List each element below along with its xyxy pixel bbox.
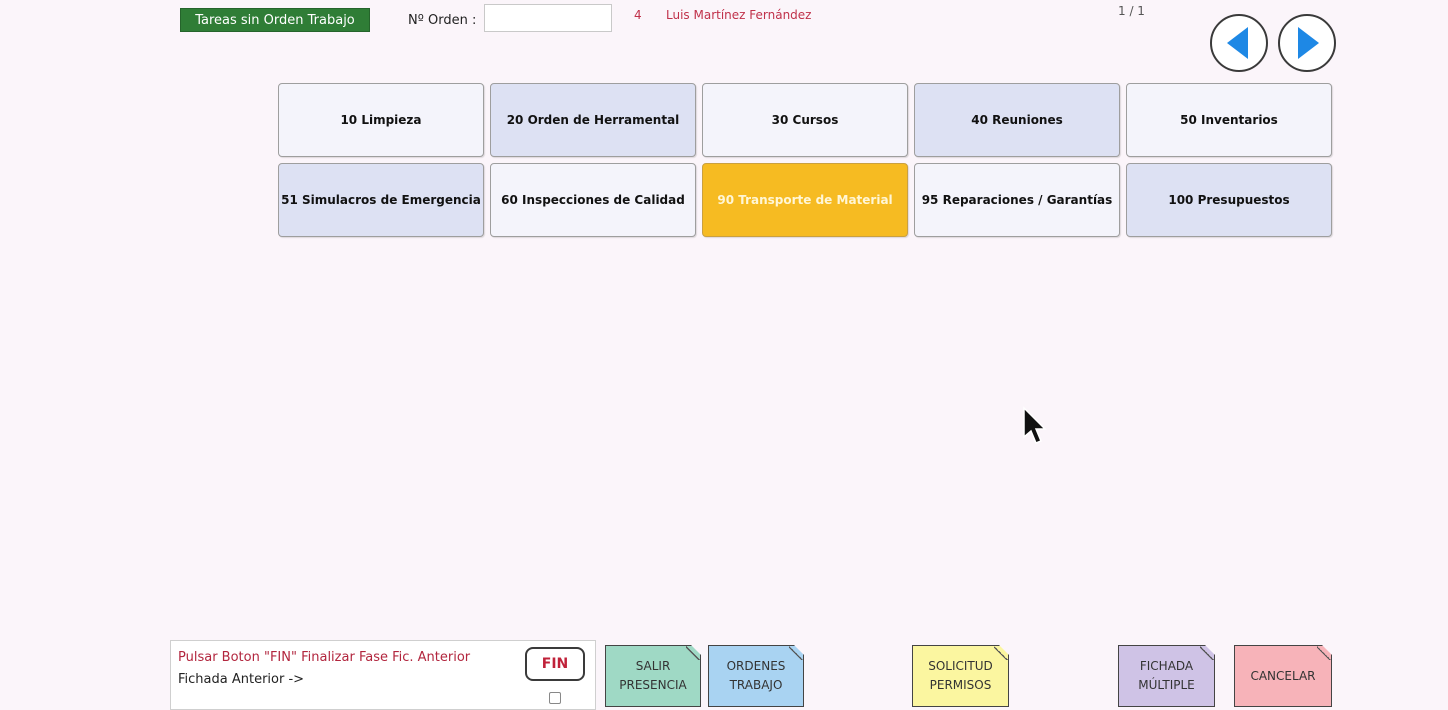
previous-clocking-text: Fichada Anterior -> — [178, 672, 305, 687]
order-number-input[interactable] — [484, 4, 612, 32]
task-button-cursos[interactable]: 30 Cursos — [702, 83, 908, 157]
cancel-button[interactable]: CANCELAR — [1234, 645, 1332, 707]
mouse-pointer-icon — [1023, 406, 1047, 444]
triangle-left-icon — [1227, 27, 1248, 59]
task-button-limpieza[interactable]: 10 Limpieza — [278, 83, 484, 157]
task-button-reuniones[interactable]: 40 Reuniones — [914, 83, 1120, 157]
task-button-reparaciones-garantias[interactable]: 95 Reparaciones / Garantías — [914, 163, 1120, 237]
operator-number: 4 — [634, 8, 642, 22]
work-orders-button[interactable]: ORDENES TRABAJO — [708, 645, 804, 707]
order-number-label: Nº Orden : — [408, 13, 477, 28]
finish-instruction-text: Pulsar Boton "FIN" Finalizar Fase Fic. A… — [178, 650, 471, 665]
task-button-simulacros-emergencia[interactable]: 51 Simulacros de Emergencia — [278, 163, 484, 237]
operator-name: Luis Martínez Fernández — [666, 8, 812, 22]
page-indicator: 1 / 1 — [1118, 4, 1145, 18]
task-button-presupuestos[interactable]: 100 Presupuestos — [1126, 163, 1332, 237]
multiple-clocking-button[interactable]: FICHADA MÚLTIPLE — [1118, 645, 1215, 707]
task-button-orden-herramental[interactable]: 20 Orden de Herramental — [490, 83, 696, 157]
task-button-transporte-material[interactable]: 90 Transporte de Material — [702, 163, 908, 237]
task-grid: 10 Limpieza 20 Orden de Herramental 30 C… — [278, 83, 1332, 237]
triangle-right-icon — [1298, 27, 1319, 59]
previous-clocking-status: Pulsar Boton "FIN" Finalizar Fase Fic. A… — [170, 640, 596, 710]
no-order-tasks-label[interactable]: Tareas sin Orden Trabajo — [180, 8, 370, 32]
exit-presence-button[interactable]: SALIR PRESENCIA — [605, 645, 701, 707]
task-button-inspecciones-calidad[interactable]: 60 Inspecciones de Calidad — [490, 163, 696, 237]
fin-checkbox[interactable] — [549, 692, 561, 704]
previous-page-button[interactable] — [1210, 14, 1268, 72]
next-page-button[interactable] — [1278, 14, 1336, 72]
task-button-inventarios[interactable]: 50 Inventarios — [1126, 83, 1332, 157]
request-permissions-button[interactable]: SOLICITUD PERMISOS — [912, 645, 1009, 707]
fin-button[interactable]: FIN — [525, 647, 585, 681]
